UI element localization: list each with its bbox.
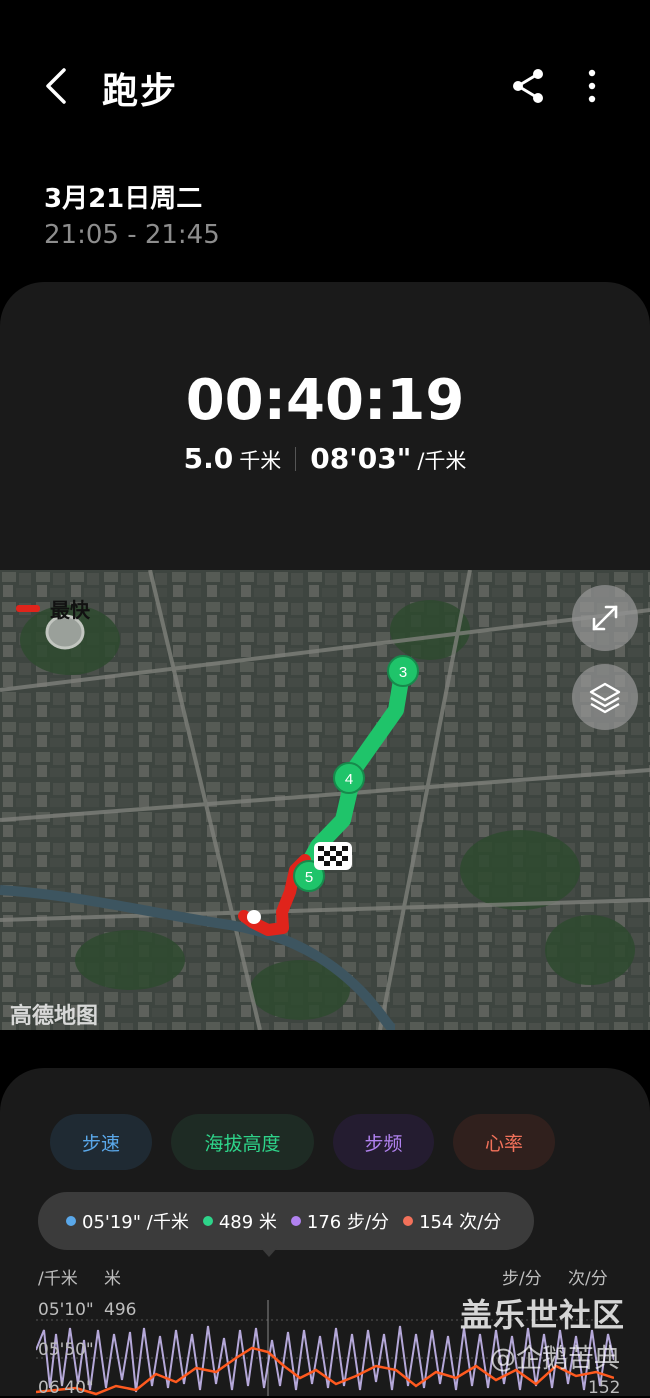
svg-text:5: 5 (305, 869, 313, 886)
axis-altitude-tick-top: 496 (104, 1300, 137, 1320)
stats-row: 5.0 千米 08'03"/千米 (0, 442, 650, 475)
axis-altitude-unit: 米 (104, 1269, 121, 1289)
tooltip-pointer (261, 1248, 277, 1257)
chip-pace[interactable]: 步速 (50, 1114, 152, 1170)
tooltip-altitude: 489 米 (202, 1208, 277, 1234)
duration-value: 00:40:19 (185, 368, 465, 433)
tooltip-heart-rate: 154 次/分 (403, 1208, 501, 1234)
tooltip-pace: 05'19" /千米 (66, 1208, 189, 1234)
distance-unit: 千米 (239, 449, 282, 473)
expand-icon (592, 605, 618, 631)
distance-stat: 5.0 千米 (184, 442, 282, 475)
map-legend: 最快 (16, 594, 90, 623)
watermark-author: @企鹅苦典 (490, 1344, 621, 1374)
legend-label: 最快 (50, 598, 90, 622)
svg-text:4: 4 (345, 771, 353, 788)
axis-pace-unit: /千米 (38, 1269, 78, 1289)
axis-cadence-unit: 步/分 (502, 1269, 542, 1289)
route-map[interactable]: 3 4 5 (0, 570, 650, 1030)
back-button[interactable] (30, 60, 82, 112)
km-marker-3: 3 (387, 655, 419, 687)
svg-text:3: 3 (399, 664, 407, 681)
pace-unit: /千米 (417, 449, 467, 473)
pace-stat: 08'03"/千米 (310, 442, 466, 475)
share-icon[interactable] (505, 62, 553, 110)
chart-tooltip: 05'19" /千米 489 米 176 步/分 154 次/分 (38, 1192, 534, 1250)
axis-pace-tick-2: 05'50" (38, 1340, 94, 1360)
watermark-community: 盖乐世社区 (460, 1296, 626, 1334)
chip-cadence[interactable]: 步频 (333, 1114, 434, 1170)
tooltip-cadence: 176 步/分 (290, 1208, 389, 1234)
layers-button[interactable] (572, 664, 638, 730)
pace-value: 08'03" (310, 442, 412, 475)
start-point (247, 910, 261, 924)
km-marker-4: 4 (333, 762, 365, 794)
distance-value: 5.0 (183, 442, 234, 475)
page-title: 跑步 (102, 71, 179, 112)
expand-button[interactable] (572, 585, 638, 651)
chip-altitude[interactable]: 海拔高度 (171, 1114, 314, 1170)
layers-icon (589, 682, 621, 714)
more-vertical-icon[interactable] (568, 62, 616, 110)
legend-swatch (16, 605, 40, 612)
axis-pace-tick-1: 05'10" (38, 1300, 94, 1320)
session-time-range: 21:05 - 21:45 (44, 220, 220, 250)
axis-hr-unit: 次/分 (568, 1269, 608, 1289)
axis-pace-tick-3: 06'40" (38, 1378, 94, 1398)
axis-hr-tick-bottom: 152 (588, 1378, 621, 1398)
map-credit: 高德地图 (10, 1004, 99, 1029)
session-date: 3月21日周二 (44, 184, 203, 214)
stat-divider (295, 446, 297, 471)
checkered-flag-icon (314, 842, 352, 870)
chip-heart-rate[interactable]: 心率 (453, 1114, 555, 1170)
